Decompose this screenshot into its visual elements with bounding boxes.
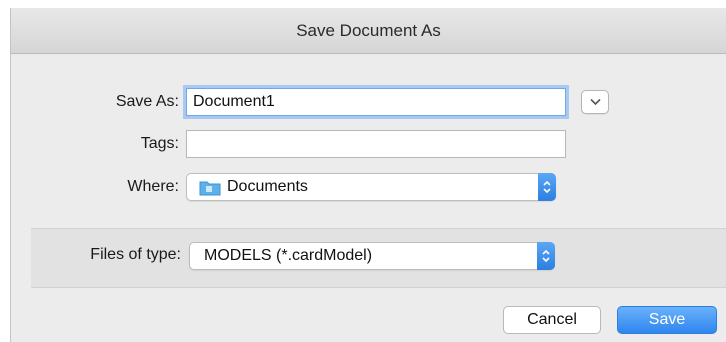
file-types-popup[interactable]: MODELS (*.cardModel) — [189, 242, 555, 270]
dialog-title: Save Document As — [11, 8, 726, 54]
where-value: Documents — [227, 178, 308, 195]
save-dialog: Save Document As Save As: Document1 Tags… — [10, 8, 726, 342]
popup-arrows — [537, 242, 555, 270]
popup-arrows — [538, 173, 556, 201]
cancel-button[interactable]: Cancel — [503, 306, 601, 334]
save-button[interactable]: Save — [617, 306, 717, 334]
save-as-label: Save As: — [115, 93, 179, 110]
where-label: Where: — [127, 178, 179, 195]
where-popup[interactable]: Documents — [186, 173, 556, 201]
up-down-arrows-icon — [542, 249, 550, 263]
folder-icon — [199, 181, 221, 196]
save-as-input[interactable]: Document1 — [186, 88, 566, 116]
up-down-arrows-icon — [543, 180, 551, 194]
file-types-label: Files of type: — [90, 246, 181, 263]
chevron-down-icon — [590, 98, 601, 106]
file-types-panel: Files of type: MODELS (*.cardModel) — [31, 228, 726, 288]
expand-dialog-button[interactable] — [581, 90, 609, 114]
tags-label: Tags: — [140, 135, 179, 152]
file-types-value: MODELS (*.cardModel) — [204, 247, 373, 264]
tags-input[interactable] — [186, 130, 566, 158]
